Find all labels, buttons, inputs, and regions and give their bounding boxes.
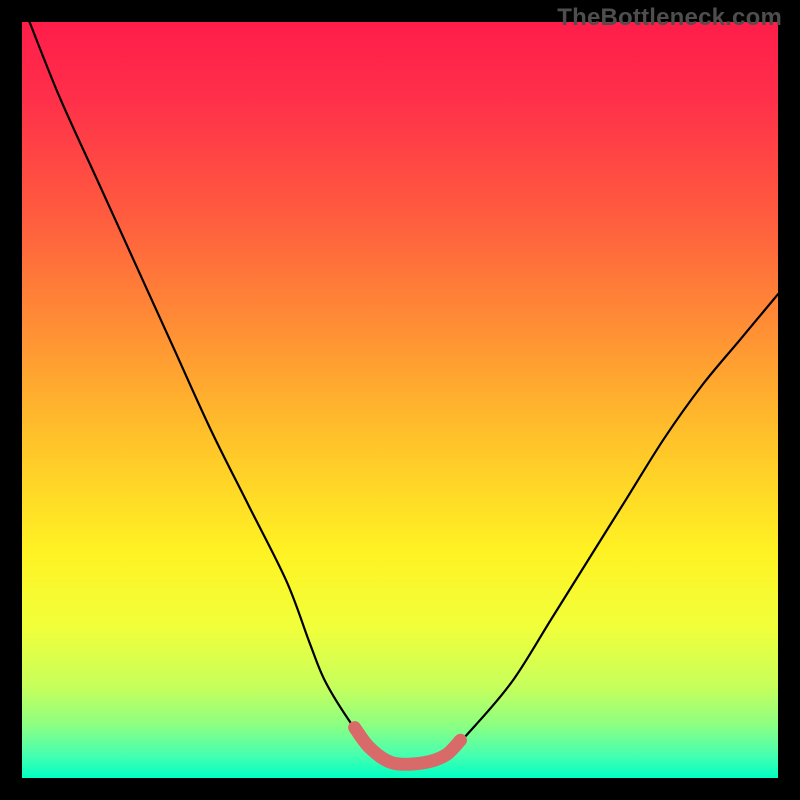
bottleneck-curve [30, 22, 778, 764]
highlight-segment [355, 728, 461, 765]
plot-area [22, 22, 778, 778]
watermark-text: TheBottleneck.com [557, 4, 782, 32]
curve-layer [22, 22, 778, 778]
chart-frame: TheBottleneck.com [0, 0, 800, 800]
